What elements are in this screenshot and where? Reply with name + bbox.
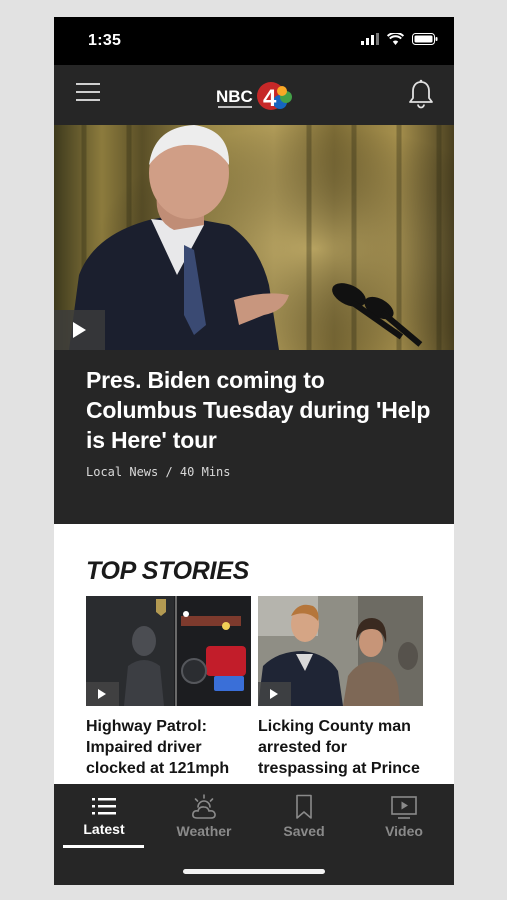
menu-button[interactable] <box>76 83 100 103</box>
tab-latest[interactable]: Latest <box>54 784 154 852</box>
home-indicator[interactable] <box>183 869 325 874</box>
hamburger-icon-line <box>76 91 100 93</box>
nbc4-logo[interactable]: NBC 4 <box>216 77 294 113</box>
hamburger-icon-line <box>76 83 100 85</box>
story-title[interactable]: Licking County man arrested for trespass… <box>258 716 423 779</box>
bookmark-icon <box>296 794 312 819</box>
wifi-icon <box>387 33 404 45</box>
play-icon <box>98 689 106 699</box>
logo-number: 4 <box>263 85 277 112</box>
list-icon <box>92 798 116 815</box>
weather-icon <box>192 794 216 819</box>
story-card[interactable]: Licking County man arrested for trespass… <box>258 596 423 779</box>
tab-label: Latest <box>83 821 125 837</box>
video-icon <box>391 796 417 819</box>
tab-weather[interactable]: Weather <box>154 784 254 852</box>
hero-story-title[interactable]: Pres. Biden coming to Columbus Tuesday d… <box>86 365 431 455</box>
hero-play-button[interactable] <box>54 310 105 350</box>
bottom-tab-bar: Latest Weather Saved Video <box>54 784 454 885</box>
story-thumbnail[interactable] <box>258 596 423 706</box>
signal-icon <box>361 33 379 45</box>
story-play-button[interactable] <box>86 682 119 706</box>
top-stories-section: TOP STORIES Highway Patrol: Impaired dri… <box>54 524 454 798</box>
tab-label: Video <box>385 823 423 839</box>
phone-screen: 1:35 NBC 4 Pres. Biden coming to Columbu… <box>54 17 454 885</box>
notifications-bell-icon[interactable] <box>408 79 434 109</box>
play-icon <box>270 689 278 699</box>
story-play-button[interactable] <box>258 682 291 706</box>
hero-story-image[interactable] <box>54 125 454 350</box>
tab-label: Saved <box>283 823 325 839</box>
play-icon <box>73 322 86 338</box>
status-icons <box>361 33 438 45</box>
active-tab-indicator <box>63 845 144 848</box>
hamburger-icon-line <box>76 99 100 101</box>
tab-saved[interactable]: Saved <box>254 784 354 852</box>
status-time: 1:35 <box>88 32 122 49</box>
hero-story-meta: Local News / 40 Mins <box>86 465 231 479</box>
tab-label: Weather <box>176 823 232 839</box>
app-header: NBC 4 <box>54 65 454 125</box>
logo-text: NBC <box>216 87 253 106</box>
story-thumbnail[interactable] <box>86 596 251 706</box>
battery-icon <box>412 33 438 45</box>
status-bar: 1:35 <box>54 17 454 65</box>
top-stories-heading: TOP STORIES <box>86 557 249 585</box>
tab-video[interactable]: Video <box>354 784 454 852</box>
story-card[interactable]: Highway Patrol: Impaired driver clocked … <box>86 596 251 800</box>
